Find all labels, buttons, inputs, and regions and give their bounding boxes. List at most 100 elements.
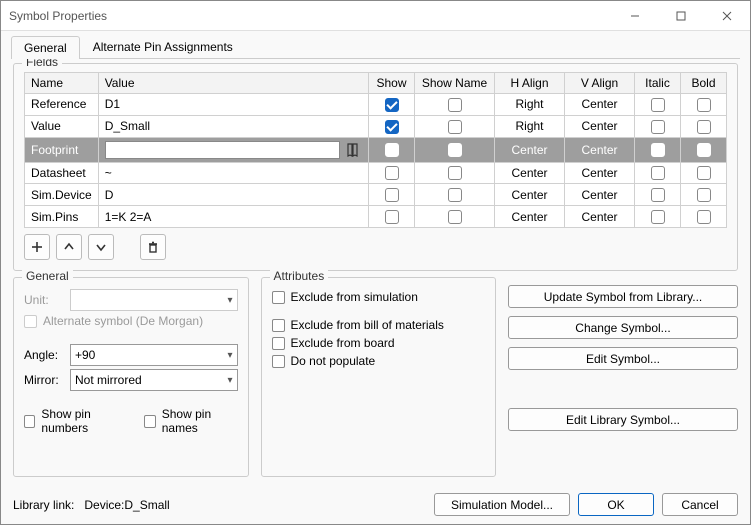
simulation-model-button[interactable]: Simulation Model... [434, 493, 570, 516]
table-row[interactable]: Sim.DeviceDCenterCenter [25, 184, 727, 206]
exclude-bom-row[interactable]: Exclude from bill of materials [272, 318, 486, 332]
unit-select: ▾ [70, 289, 238, 311]
checkbox[interactable] [448, 166, 462, 180]
exclude-bom-checkbox[interactable] [272, 319, 285, 332]
col-name[interactable]: Name [25, 73, 99, 94]
checkbox[interactable] [697, 143, 711, 157]
col-italic[interactable]: Italic [635, 73, 681, 94]
exclude-simulation-label: Exclude from simulation [291, 290, 418, 304]
checkbox[interactable] [697, 120, 711, 134]
fields-table[interactable]: Name Value Show Show Name H Align V Alig… [24, 72, 727, 228]
cancel-button[interactable]: Cancel [662, 493, 738, 516]
mirror-row: Mirror: Not mirrored▾ [24, 369, 238, 391]
add-field-button[interactable] [24, 234, 50, 260]
checkbox[interactable] [448, 143, 462, 157]
edit-symbol-button[interactable]: Edit Symbol... [508, 347, 738, 370]
alternate-symbol-label: Alternate symbol (De Morgan) [43, 314, 203, 328]
ok-label: OK [607, 498, 624, 512]
fields-group: Fields Name Value Show Show Name H Align… [13, 63, 738, 271]
checkbox[interactable] [651, 120, 665, 134]
show-pin-names-checkbox[interactable] [144, 415, 155, 428]
table-row[interactable]: ValueD_SmallRightCenter [25, 115, 727, 137]
exclude-simulation-row[interactable]: Exclude from simulation [272, 290, 486, 304]
checkbox[interactable] [385, 210, 399, 224]
mirror-value: Not mirrored [75, 373, 142, 387]
titlebar: Symbol Properties [1, 1, 750, 31]
edit-symbol-label: Edit Symbol... [586, 352, 660, 366]
checkbox[interactable] [385, 98, 399, 112]
delete-field-button[interactable] [140, 234, 166, 260]
table-row[interactable]: FootprintCenterCenter [25, 137, 727, 162]
dnp-row[interactable]: Do not populate [272, 354, 486, 368]
checkbox[interactable] [697, 98, 711, 112]
tab-bar: General Alternate Pin Assignments [1, 31, 750, 58]
col-halign[interactable]: H Align [495, 73, 565, 94]
checkbox[interactable] [697, 188, 711, 202]
edit-library-symbol-label: Edit Library Symbol... [566, 413, 680, 427]
maximize-button[interactable] [658, 1, 704, 31]
tab-alternate-label: Alternate Pin Assignments [93, 40, 233, 54]
col-bold[interactable]: Bold [681, 73, 727, 94]
chevron-down-icon: ▾ [227, 350, 232, 361]
fields-toolbar [24, 234, 727, 260]
checkbox[interactable] [651, 188, 665, 202]
show-pin-numbers-row[interactable]: Show pin numbers [24, 407, 126, 435]
dnp-checkbox[interactable] [272, 355, 285, 368]
close-button[interactable] [704, 1, 750, 31]
attributes-group: Attributes Exclude from simulation Exclu… [261, 277, 497, 477]
checkbox[interactable] [651, 210, 665, 224]
checkbox[interactable] [385, 188, 399, 202]
col-value[interactable]: Value [98, 73, 368, 94]
checkbox[interactable] [651, 166, 665, 180]
edit-library-symbol-button[interactable]: Edit Library Symbol... [508, 408, 738, 431]
show-pin-names-row[interactable]: Show pin names [144, 407, 237, 435]
checkbox[interactable] [448, 120, 462, 134]
exclude-board-row[interactable]: Exclude from board [272, 336, 486, 350]
checkbox[interactable] [448, 210, 462, 224]
checkbox[interactable] [697, 166, 711, 180]
minimize-button[interactable] [612, 1, 658, 31]
table-row[interactable]: Sim.Pins1=K 2=ACenterCenter [25, 206, 727, 228]
show-pin-names-label: Show pin names [162, 407, 238, 435]
checkbox[interactable] [651, 143, 665, 157]
symbol-properties-window: Symbol Properties General Alternate Pin … [0, 0, 751, 525]
update-symbol-button[interactable]: Update Symbol from Library... [508, 285, 738, 308]
table-row[interactable]: Datasheet~CenterCenter [25, 162, 727, 184]
table-row[interactable]: ReferenceD1RightCenter [25, 94, 727, 116]
library-browser-icon[interactable] [344, 141, 362, 159]
library-link-value: Device:D_Small [84, 498, 169, 512]
move-up-button[interactable] [56, 234, 82, 260]
ok-button[interactable]: OK [578, 493, 654, 516]
exclude-simulation-checkbox[interactable] [272, 291, 285, 304]
tab-general[interactable]: General [11, 36, 80, 59]
checkbox[interactable] [448, 188, 462, 202]
unit-row: Unit: ▾ [24, 289, 238, 311]
checkbox[interactable] [697, 210, 711, 224]
col-valign[interactable]: V Align [565, 73, 635, 94]
alternate-symbol-row: Alternate symbol (De Morgan) [24, 314, 238, 328]
general-group-title: General [22, 269, 73, 283]
change-symbol-label: Change Symbol... [575, 321, 670, 335]
change-symbol-button[interactable]: Change Symbol... [508, 316, 738, 339]
checkbox[interactable] [385, 143, 399, 157]
move-down-button[interactable] [88, 234, 114, 260]
col-show[interactable]: Show [369, 73, 415, 94]
show-pin-numbers-checkbox[interactable] [24, 415, 35, 428]
footer: Library link: Device:D_Small Simulation … [1, 485, 750, 524]
action-buttons-panel: Update Symbol from Library... Change Sym… [508, 277, 738, 477]
mirror-select[interactable]: Not mirrored▾ [70, 369, 238, 391]
checkbox[interactable] [448, 98, 462, 112]
checkbox[interactable] [385, 120, 399, 134]
checkbox[interactable] [651, 98, 665, 112]
tab-general-label: General [24, 41, 67, 55]
exclude-bom-label: Exclude from bill of materials [291, 318, 444, 332]
col-show-name[interactable]: Show Name [415, 73, 495, 94]
footprint-input[interactable] [105, 141, 340, 159]
fields-group-title: Fields [22, 59, 62, 69]
checkbox[interactable] [385, 166, 399, 180]
tab-alternate[interactable]: Alternate Pin Assignments [80, 35, 246, 58]
exclude-board-label: Exclude from board [291, 336, 395, 350]
simulation-model-label: Simulation Model... [451, 498, 553, 512]
angle-select[interactable]: +90▾ [70, 344, 238, 366]
exclude-board-checkbox[interactable] [272, 337, 285, 350]
